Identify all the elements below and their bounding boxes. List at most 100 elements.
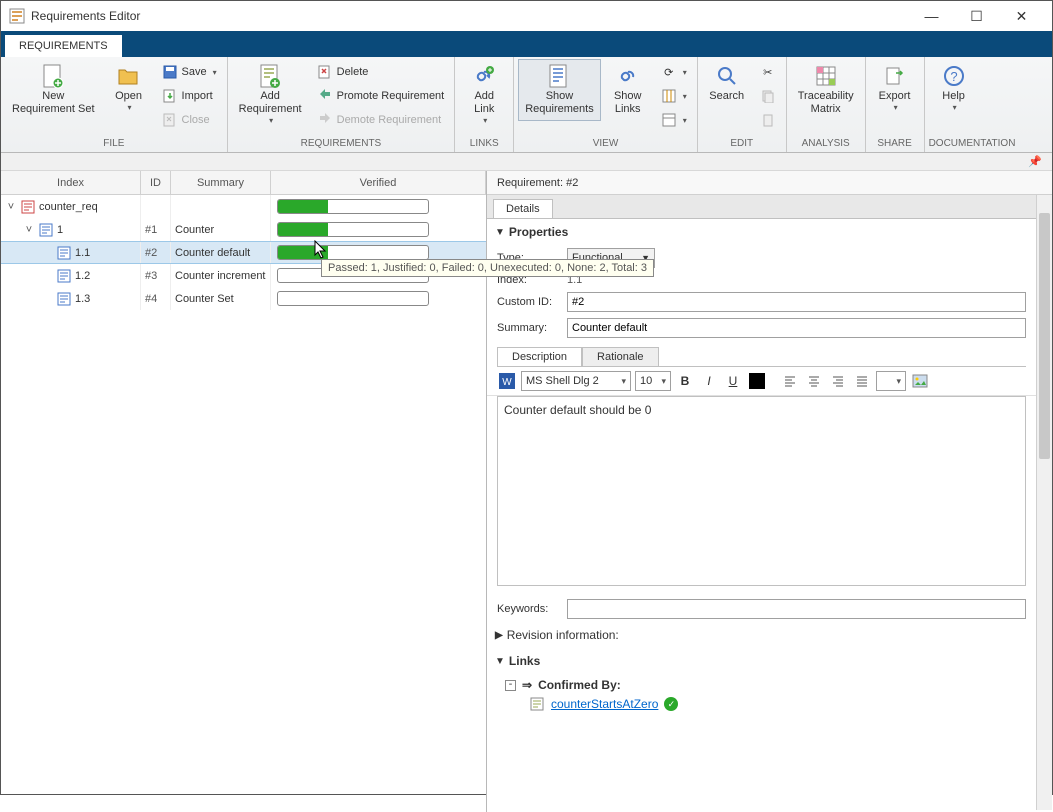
arrow-icon: ⇒ [522, 678, 532, 692]
verification-bar [277, 291, 429, 306]
copy-button[interactable] [756, 85, 780, 107]
tab-rationale[interactable]: Rationale [582, 347, 658, 366]
minimize-button[interactable]: — [909, 1, 954, 31]
customid-input[interactable] [567, 292, 1026, 312]
row-id: #2 [141, 242, 171, 263]
new-doc-icon [41, 64, 65, 88]
demote-icon [317, 112, 333, 128]
word-icon[interactable]: W [497, 371, 517, 391]
group-label-edit: EDIT [702, 137, 782, 152]
col-summary[interactable]: Summary [171, 171, 271, 194]
col-id[interactable]: ID [141, 171, 171, 194]
row-id: #3 [141, 264, 171, 287]
open-button[interactable]: Open ▾ [104, 59, 154, 117]
size-select[interactable]: 10 [635, 371, 671, 391]
tab-requirements[interactable]: REQUIREMENTS [5, 35, 122, 57]
close-file-icon [162, 112, 178, 128]
save-button[interactable]: Save ▾ [158, 61, 221, 83]
verification-bar [277, 199, 429, 214]
details-tabstrip: Details [487, 195, 1052, 219]
group-label-analysis: ANALYSIS [791, 137, 861, 152]
add-link-button[interactable]: Add Link ▾ [459, 59, 509, 130]
underline-button[interactable]: U [723, 371, 743, 391]
promote-button[interactable]: Promote Requirement [313, 85, 449, 107]
confirmed-by-group[interactable]: - ⇒ Confirmed By: [505, 678, 1026, 692]
help-button[interactable]: ? Help ▾ [929, 59, 979, 117]
svg-text:?: ? [950, 69, 957, 84]
view-opt1-button[interactable]: ⟳▾ [657, 61, 691, 83]
export-button[interactable]: Export ▾ [870, 59, 920, 117]
tree-header: Index ID Summary Verified [1, 171, 486, 195]
summary-label: Summary: [497, 322, 559, 334]
window-title: Requirements Editor [31, 9, 909, 23]
pin-icon[interactable]: 📌 [1028, 155, 1042, 168]
tree-body[interactable]: ˅counter_req˅1#1Counter1.1#2Counter defa… [1, 195, 486, 812]
image-button[interactable] [910, 371, 930, 391]
link-item[interactable]: counterStartsAtZero ✓ [505, 696, 1026, 712]
view-opt3-button[interactable]: ▾ [657, 109, 691, 131]
import-button[interactable]: Import [158, 85, 221, 107]
group-label-file: FILE [5, 137, 223, 152]
ribbon-tabstrip: REQUIREMENTS [1, 31, 1052, 57]
svg-text:W: W [502, 377, 512, 388]
tab-description[interactable]: Description [497, 347, 582, 366]
group-label-share: SHARE [870, 137, 920, 152]
align-justify-button[interactable] [852, 371, 872, 391]
rte-toolbar: W MS Shell Dlg 2 10 B I U [487, 367, 1036, 396]
view-opt2-button[interactable]: ▾ [657, 85, 691, 107]
link-icon [472, 64, 496, 88]
group-label-doc: DOCUMENTATION [929, 137, 1016, 152]
properties-header[interactable]: ▼Properties [487, 219, 1036, 245]
expand-toggle[interactable]: ˅ [23, 224, 35, 236]
tab-details[interactable]: Details [493, 199, 553, 218]
cut-button[interactable]: ✂ [756, 61, 780, 83]
demote-button[interactable]: Demote Requirement [313, 109, 449, 131]
group-label-view: VIEW [518, 137, 693, 152]
row-id: #4 [141, 287, 171, 310]
col-index[interactable]: Index [1, 171, 141, 194]
ribbon: New Requirement Set Open ▾ Save ▾ Import [1, 57, 1052, 153]
cut-icon: ✂ [760, 64, 776, 80]
align-left-button[interactable] [780, 371, 800, 391]
paste-button[interactable] [756, 109, 780, 131]
help-icon: ? [942, 64, 966, 88]
col-verified[interactable]: Verified [271, 171, 486, 194]
links-section-header[interactable]: ▼Links [487, 648, 1036, 674]
traceability-matrix-button[interactable]: Traceability Matrix [791, 59, 861, 121]
search-icon [715, 64, 739, 88]
search-button[interactable]: Search [702, 59, 752, 108]
maximize-button[interactable]: ☐ [954, 1, 999, 31]
keywords-input[interactable] [567, 599, 1026, 619]
font-select[interactable]: MS Shell Dlg 2 [521, 371, 631, 391]
add-req-icon [258, 64, 282, 88]
tree-row[interactable]: ˅counter_req [1, 195, 486, 218]
status-ok-icon: ✓ [664, 697, 678, 711]
save-icon [162, 64, 178, 80]
row-index: 1.1 [75, 247, 90, 259]
new-requirement-set-button[interactable]: New Requirement Set [5, 59, 102, 121]
summary-input[interactable] [567, 318, 1026, 338]
close-file-button[interactable]: Close [158, 109, 221, 131]
delete-icon [317, 64, 333, 80]
row-id: #1 [141, 218, 171, 241]
bold-button[interactable]: B [675, 371, 695, 391]
delete-button[interactable]: Delete [313, 61, 449, 83]
align-right-button[interactable] [828, 371, 848, 391]
show-requirements-button[interactable]: Show Requirements [518, 59, 600, 121]
color-button[interactable] [747, 371, 767, 391]
italic-button[interactable]: I [699, 371, 719, 391]
show-links-button[interactable]: Show Links [603, 59, 653, 121]
description-editor[interactable]: Counter default should be 0 [497, 396, 1026, 586]
verification-bar [277, 245, 429, 260]
scrollbar[interactable] [1036, 195, 1052, 810]
req-icon [39, 223, 53, 237]
tree-row[interactable]: ˅1#1Counter [1, 218, 486, 241]
expand-toggle[interactable]: ˅ [5, 201, 17, 213]
tree-row[interactable]: 1.3#4Counter Set [1, 287, 486, 310]
add-requirement-button[interactable]: Add Requirement ▾ [232, 59, 309, 130]
close-button[interactable]: ✕ [999, 1, 1044, 31]
revision-header[interactable]: ▶Revision information: [487, 622, 1036, 648]
list-select[interactable] [876, 371, 906, 391]
link-name[interactable]: counterStartsAtZero [551, 697, 658, 711]
align-center-button[interactable] [804, 371, 824, 391]
